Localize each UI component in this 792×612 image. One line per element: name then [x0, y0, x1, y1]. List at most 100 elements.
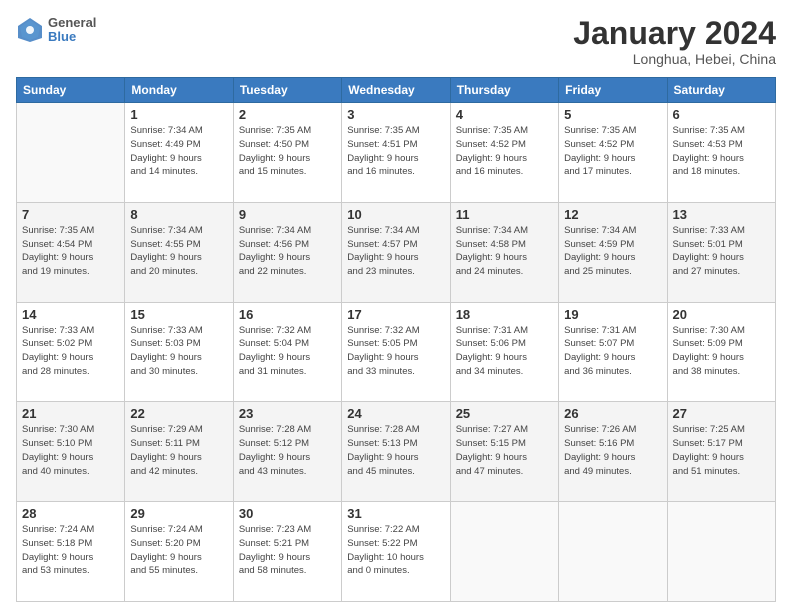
calendar-cell: 27Sunrise: 7:25 AM Sunset: 5:17 PM Dayli… [667, 402, 775, 502]
calendar-cell: 3 Sunrise: 7:35 AM Sunset: 4:51 PM Daylig… [342, 103, 450, 203]
day-number: 4 [456, 107, 553, 122]
calendar-cell: 29 Sunrise: 7:24 AM Sunset: 5:20 PM Dayli… [125, 502, 233, 602]
column-header-sunday: Sunday [17, 78, 125, 103]
day-number: 27 [673, 406, 770, 421]
logo-text: General Blue [48, 16, 96, 45]
day-info: Sunrise: 7:33 AM Sunset: 5:02 PM Dayligh… [22, 324, 119, 379]
calendar-cell: 16Sunrise: 7:32 AM Sunset: 5:04 PM Dayli… [233, 302, 341, 402]
day-info: Sunrise: 7:35 AM Sunset: 4:52 PM Dayligh… [456, 124, 553, 179]
day-info: Sunrise: 7:30 AM Sunset: 5:10 PM Dayligh… [22, 423, 119, 478]
day-number: 30 [239, 506, 336, 521]
calendar-cell: 2 Sunrise: 7:35 AM Sunset: 4:50 PM Daylig… [233, 103, 341, 203]
day-info: Sunrise: 7:35 AM Sunset: 4:50 PM Dayligh… [239, 124, 336, 179]
day-info: Sunrise: 7:35 AM Sunset: 4:51 PM Dayligh… [347, 124, 444, 179]
calendar-cell: 24 Sunrise: 7:28 AM Sunset: 5:13 PM Dayli… [342, 402, 450, 502]
calendar-cell [450, 502, 558, 602]
day-number: 3 [347, 107, 444, 122]
day-info: Sunrise: 7:28 AM Sunset: 5:12 PM Dayligh… [239, 423, 336, 478]
calendar-cell: 18 Sunrise: 7:31 AM Sunset: 5:06 PM Dayli… [450, 302, 558, 402]
calendar-cell: 8 Sunrise: 7:34 AM Sunset: 4:55 PM Daylig… [125, 202, 233, 302]
day-number: 23 [239, 406, 336, 421]
day-number: 21 [22, 406, 119, 421]
day-info: Sunrise: 7:22 AM Sunset: 5:22 PM Dayligh… [347, 523, 444, 578]
day-info: Sunrise: 7:35 AM Sunset: 4:54 PM Dayligh… [22, 224, 119, 279]
day-number: 29 [130, 506, 227, 521]
day-info: Sunrise: 7:35 AM Sunset: 4:52 PM Dayligh… [564, 124, 661, 179]
day-info: Sunrise: 7:34 AM Sunset: 4:59 PM Dayligh… [564, 224, 661, 279]
day-number: 9 [239, 207, 336, 222]
week-row: 21 Sunrise: 7:30 AM Sunset: 5:10 PM Dayli… [17, 402, 776, 502]
calendar-cell [559, 502, 667, 602]
day-info: Sunrise: 7:32 AM Sunset: 5:05 PM Dayligh… [347, 324, 444, 379]
logo-icon [16, 16, 44, 44]
day-number: 10 [347, 207, 444, 222]
calendar-cell: 30 Sunrise: 7:23 AM Sunset: 5:21 PM Dayli… [233, 502, 341, 602]
day-number: 19 [564, 307, 661, 322]
calendar-cell: 11 Sunrise: 7:34 AM Sunset: 4:58 PM Dayli… [450, 202, 558, 302]
day-number: 25 [456, 406, 553, 421]
day-info: Sunrise: 7:29 AM Sunset: 5:11 PM Dayligh… [130, 423, 227, 478]
column-header-tuesday: Tuesday [233, 78, 341, 103]
day-info: Sunrise: 7:24 AM Sunset: 5:18 PM Dayligh… [22, 523, 119, 578]
calendar-table: SundayMondayTuesdayWednesdayThursdayFrid… [16, 77, 776, 602]
day-info: Sunrise: 7:26 AM Sunset: 5:16 PM Dayligh… [564, 423, 661, 478]
day-info: Sunrise: 7:34 AM Sunset: 4:58 PM Dayligh… [456, 224, 553, 279]
column-header-monday: Monday [125, 78, 233, 103]
day-number: 13 [673, 207, 770, 222]
calendar-cell: 1 Sunrise: 7:34 AM Sunset: 4:49 PM Daylig… [125, 103, 233, 203]
day-number: 12 [564, 207, 661, 222]
day-number: 11 [456, 207, 553, 222]
calendar-cell [17, 103, 125, 203]
day-number: 15 [130, 307, 227, 322]
calendar-cell: 5Sunrise: 7:35 AM Sunset: 4:52 PM Daylig… [559, 103, 667, 203]
day-number: 28 [22, 506, 119, 521]
calendar-header-row: SundayMondayTuesdayWednesdayThursdayFrid… [17, 78, 776, 103]
calendar-cell: 19 Sunrise: 7:31 AM Sunset: 5:07 PM Dayli… [559, 302, 667, 402]
calendar-cell: 7Sunrise: 7:35 AM Sunset: 4:54 PM Daylig… [17, 202, 125, 302]
week-row: 14 Sunrise: 7:33 AM Sunset: 5:02 PM Dayli… [17, 302, 776, 402]
day-info: Sunrise: 7:31 AM Sunset: 5:06 PM Dayligh… [456, 324, 553, 379]
day-info: Sunrise: 7:34 AM Sunset: 4:56 PM Dayligh… [239, 224, 336, 279]
calendar-cell: 26 Sunrise: 7:26 AM Sunset: 5:16 PM Dayli… [559, 402, 667, 502]
calendar-cell: 9 Sunrise: 7:34 AM Sunset: 4:56 PM Daylig… [233, 202, 341, 302]
day-number: 26 [564, 406, 661, 421]
day-number: 1 [130, 107, 227, 122]
day-info: Sunrise: 7:34 AM Sunset: 4:49 PM Dayligh… [130, 124, 227, 179]
calendar-cell: 15Sunrise: 7:33 AM Sunset: 5:03 PM Dayli… [125, 302, 233, 402]
week-row: 1 Sunrise: 7:34 AM Sunset: 4:49 PM Daylig… [17, 103, 776, 203]
calendar-cell [667, 502, 775, 602]
day-info: Sunrise: 7:31 AM Sunset: 5:07 PM Dayligh… [564, 324, 661, 379]
day-info: Sunrise: 7:33 AM Sunset: 5:01 PM Dayligh… [673, 224, 770, 279]
calendar-title: January 2024 [573, 16, 776, 51]
calendar-cell: 20Sunrise: 7:30 AM Sunset: 5:09 PM Dayli… [667, 302, 775, 402]
calendar-cell: 21 Sunrise: 7:30 AM Sunset: 5:10 PM Dayli… [17, 402, 125, 502]
day-info: Sunrise: 7:27 AM Sunset: 5:15 PM Dayligh… [456, 423, 553, 478]
calendar-cell: 4 Sunrise: 7:35 AM Sunset: 4:52 PM Daylig… [450, 103, 558, 203]
day-info: Sunrise: 7:24 AM Sunset: 5:20 PM Dayligh… [130, 523, 227, 578]
calendar-cell: 13 Sunrise: 7:33 AM Sunset: 5:01 PM Dayli… [667, 202, 775, 302]
calendar-cell: 23 Sunrise: 7:28 AM Sunset: 5:12 PM Dayli… [233, 402, 341, 502]
calendar-cell: 12 Sunrise: 7:34 AM Sunset: 4:59 PM Dayli… [559, 202, 667, 302]
column-header-friday: Friday [559, 78, 667, 103]
day-number: 2 [239, 107, 336, 122]
calendar-cell: 17Sunrise: 7:32 AM Sunset: 5:05 PM Dayli… [342, 302, 450, 402]
calendar-cell: 6Sunrise: 7:35 AM Sunset: 4:53 PM Daylig… [667, 103, 775, 203]
day-number: 14 [22, 307, 119, 322]
day-number: 8 [130, 207, 227, 222]
page: General Blue January 2024 Longhua, Hebei… [0, 0, 792, 612]
calendar-cell: 22Sunrise: 7:29 AM Sunset: 5:11 PM Dayli… [125, 402, 233, 502]
week-row: 28 Sunrise: 7:24 AM Sunset: 5:18 PM Dayli… [17, 502, 776, 602]
header: General Blue January 2024 Longhua, Hebei… [16, 16, 776, 67]
calendar-cell: 14 Sunrise: 7:33 AM Sunset: 5:02 PM Dayli… [17, 302, 125, 402]
logo-bottom: Blue [48, 30, 96, 44]
day-number: 24 [347, 406, 444, 421]
day-number: 31 [347, 506, 444, 521]
day-info: Sunrise: 7:28 AM Sunset: 5:13 PM Dayligh… [347, 423, 444, 478]
day-number: 18 [456, 307, 553, 322]
day-info: Sunrise: 7:23 AM Sunset: 5:21 PM Dayligh… [239, 523, 336, 578]
column-header-thursday: Thursday [450, 78, 558, 103]
day-info: Sunrise: 7:35 AM Sunset: 4:53 PM Dayligh… [673, 124, 770, 179]
day-info: Sunrise: 7:34 AM Sunset: 4:55 PM Dayligh… [130, 224, 227, 279]
logo: General Blue [16, 16, 96, 45]
calendar-cell: 28 Sunrise: 7:24 AM Sunset: 5:18 PM Dayli… [17, 502, 125, 602]
